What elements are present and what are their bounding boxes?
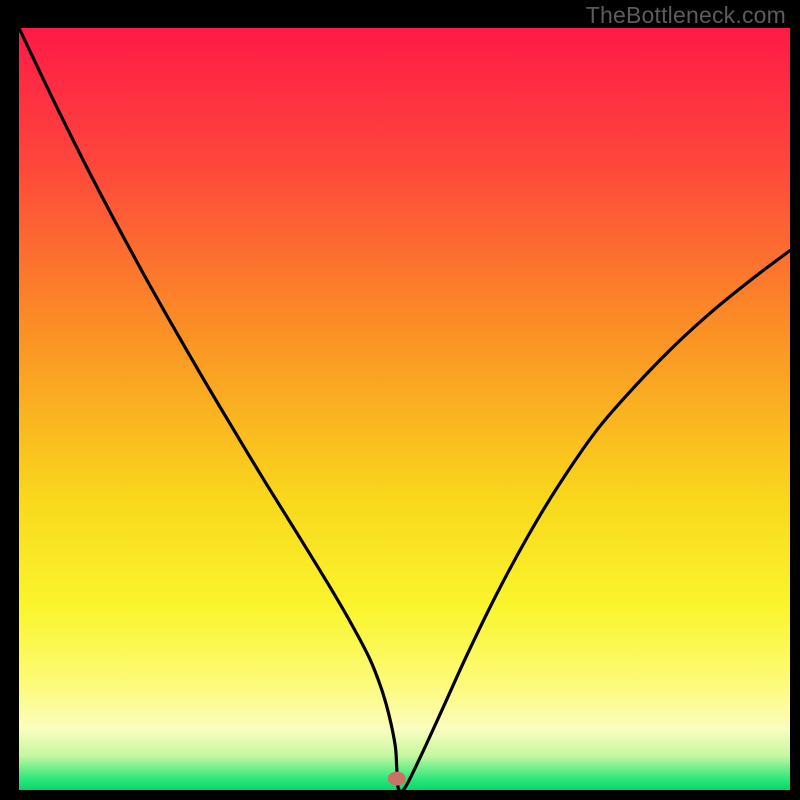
gradient-background: [19, 28, 790, 790]
watermark-text: TheBottleneck.com: [586, 2, 786, 29]
optimal-point-marker: [388, 772, 406, 786]
chart-frame: { "watermark": "TheBottleneck.com", "cha…: [0, 0, 800, 800]
bottleneck-chart: [0, 0, 800, 800]
